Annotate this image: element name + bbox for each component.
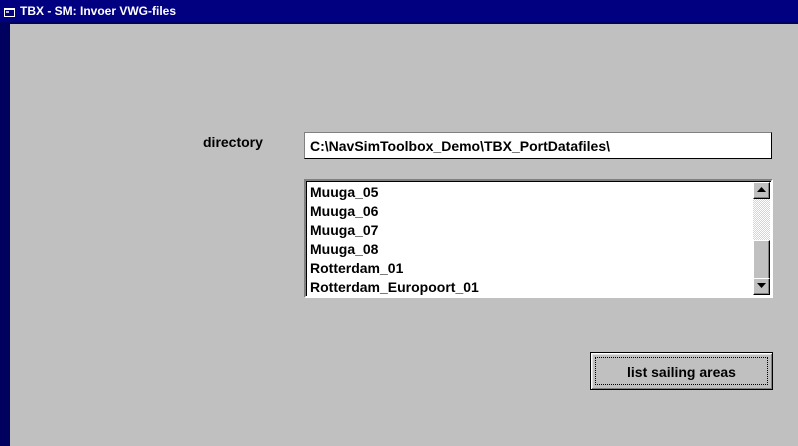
app-window-icon[interactable] bbox=[4, 6, 15, 17]
list-item[interactable]: Muuga_08 bbox=[310, 240, 479, 259]
directory-label: directory bbox=[203, 134, 263, 150]
scroll-thumb[interactable] bbox=[753, 240, 770, 280]
window-title: TBX - SM: Invoer VWG-files bbox=[20, 4, 177, 18]
list-item[interactable]: Muuga_05 bbox=[310, 183, 479, 202]
sailing-area-listbox[interactable]: Muuga_05 Muuga_06 Muuga_07 Muuga_08 Rott… bbox=[304, 179, 773, 298]
directory-input[interactable]: C:\NavSimToolbox_Demo\TBX_PortDatafiles\ bbox=[304, 132, 772, 159]
list-item[interactable]: Rotterdam_Europoort_01 bbox=[310, 278, 479, 297]
title-bar[interactable]: TBX - SM: Invoer VWG-files bbox=[0, 0, 798, 22]
list-item[interactable]: Muuga_07 bbox=[310, 221, 479, 240]
scroll-down-button[interactable] bbox=[753, 278, 770, 295]
scroll-up-arrow-icon bbox=[757, 187, 766, 192]
list-item[interactable]: Rotterdam_01 bbox=[310, 259, 479, 278]
vertical-scrollbar[interactable] bbox=[753, 182, 770, 295]
directory-value: C:\NavSimToolbox_Demo\TBX_PortDatafiles\ bbox=[310, 138, 611, 154]
list-sailing-areas-label: list sailing areas bbox=[627, 364, 736, 380]
list-item[interactable]: Muuga_06 bbox=[310, 202, 479, 221]
list-sailing-areas-button[interactable]: list sailing areas bbox=[590, 352, 773, 390]
scroll-down-arrow-icon bbox=[757, 283, 766, 288]
scroll-up-button[interactable] bbox=[753, 182, 770, 199]
list-items: Muuga_05 Muuga_06 Muuga_07 Muuga_08 Rott… bbox=[310, 183, 479, 297]
